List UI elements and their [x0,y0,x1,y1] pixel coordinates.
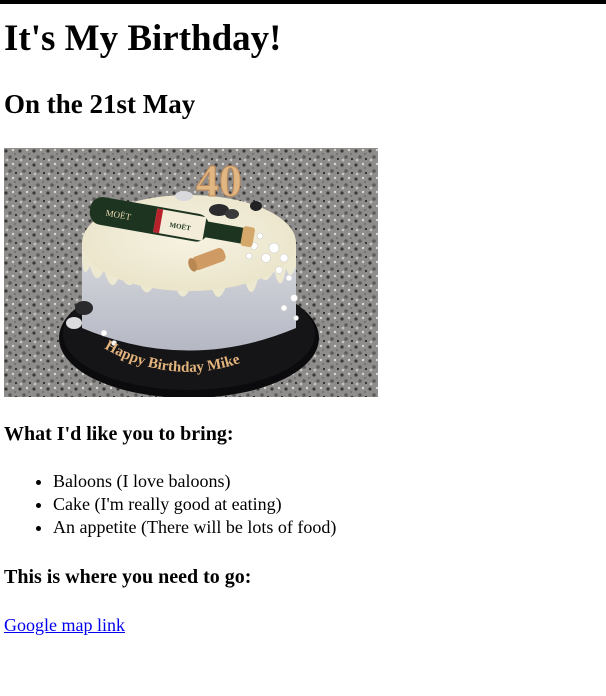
list-item: Cake (I'm really good at eating) [53,493,336,516]
list-item: An appetite (There will be lots of food) [53,516,336,539]
location-heading: This is where you need to go: [4,566,252,588]
bring-heading: What I'd like you to bring: [4,423,234,445]
birthday-cake-image: MOËT MOËT 40 Happy Birthday Mike [4,148,378,397]
bring-list: Baloons (I love baloons) Cake (I'm reall… [4,470,336,539]
party-date: On the 21st May [4,89,196,119]
svg-text:40: 40 [196,155,242,206]
google-map-link[interactable]: Google map link [4,614,125,636]
list-item: Baloons (I love baloons) [53,470,336,493]
top-border [0,0,606,4]
page-title: It's My Birthday! [4,18,282,59]
